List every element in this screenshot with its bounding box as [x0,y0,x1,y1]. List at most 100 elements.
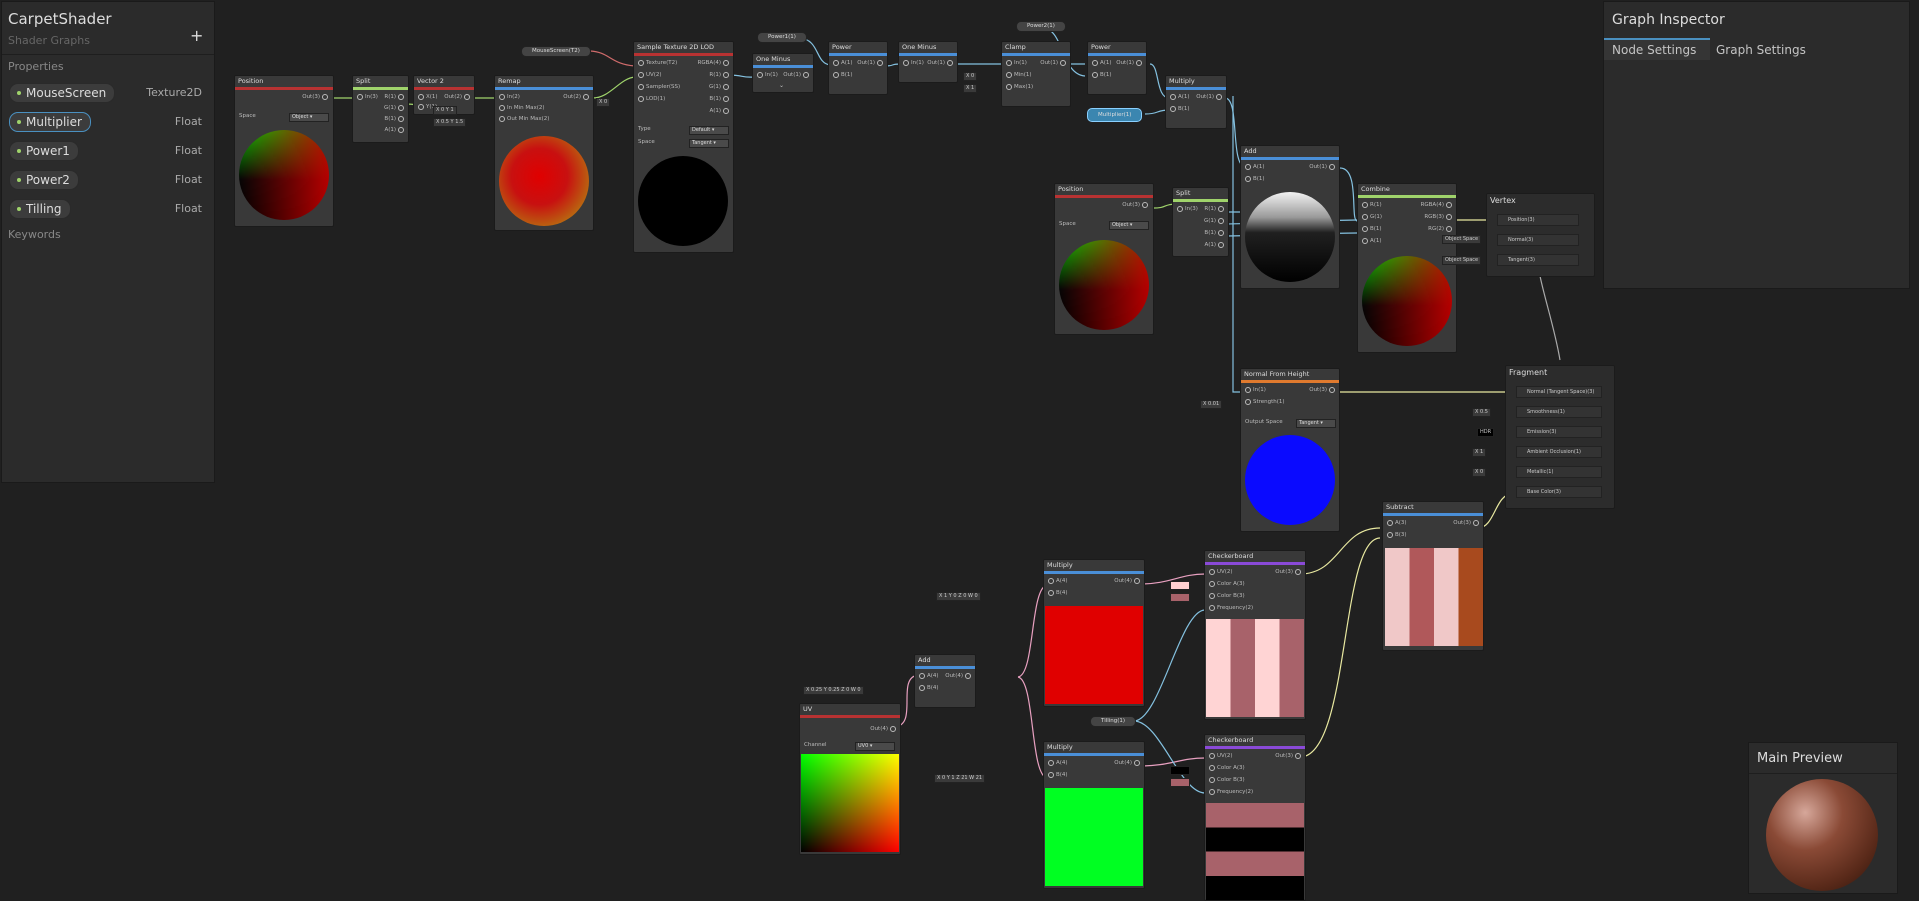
port-in-b[interactable]: B(1) [1168,105,1190,113]
port-in-b[interactable]: B(1) [1090,71,1112,79]
vector2-xy-input[interactable]: X 0 Y 1 [433,106,457,115]
port-in-b[interactable]: B(4) [917,684,939,692]
main-preview-panel[interactable]: Main Preview [1748,742,1898,894]
port-out[interactable]: Out(4) [1114,577,1142,585]
port-in[interactable]: In(1) [1004,59,1027,67]
port-out-rgb[interactable]: RGB(3) [1424,213,1454,221]
smoothness-input[interactable]: X 0.5 [1472,408,1491,417]
port-out-minmax[interactable]: Out Min Max(2) [497,115,549,123]
port-in-uv[interactable]: UV(2) [636,71,662,79]
port-in-color-b[interactable]: Color B(3) [1207,592,1245,600]
metallic-input[interactable]: X 0 [1472,468,1487,477]
port-in[interactable]: In(3) [1175,205,1198,213]
port-in-a[interactable]: A(1) [1168,93,1190,101]
tab-graph-settings[interactable]: Graph Settings [1712,40,1806,60]
property-tilling[interactable]: Tilling [9,199,71,219]
port-in-a[interactable]: A(1) [1243,163,1265,171]
vertex-tangent-slot[interactable]: Tangent(3) [1497,254,1579,266]
checkerboard-node[interactable]: Checkerboard UV(2) Color A(3) Color B(3)… [1204,734,1306,901]
add-property-button[interactable]: + [190,26,203,45]
port-out-a[interactable]: A(1) [1204,241,1226,249]
clamp-node[interactable]: Clamp In(1) Min(1) Max(1) Out(1) [1001,41,1071,107]
port-out-r[interactable]: R(1) [709,71,731,79]
color-a-swatch[interactable] [1170,581,1190,590]
tab-node-settings[interactable]: Node Settings [1604,38,1710,60]
port-in-a[interactable]: A(4) [917,672,939,680]
fragment-context[interactable]: Fragment Normal (Tangent Space)(3) Smoot… [1505,365,1615,509]
power2-property-node[interactable]: Power2(1) [1016,21,1066,32]
port-out[interactable]: Out(1) [783,71,811,79]
add-b-input[interactable]: X 0.25 Y 0.25 Z 0 W 0 [803,686,864,695]
space-dropdown[interactable]: Object ▾ [1109,221,1149,230]
port-in-a[interactable]: A(3) [1385,519,1407,527]
color-b-swatch[interactable] [1170,778,1190,787]
property-power2[interactable]: Power2 [9,170,79,190]
multiplier-property-node[interactable]: Multiplier(1) [1087,108,1143,122]
port-in-b[interactable]: B(4) [1046,589,1068,597]
normal-from-height-node[interactable]: Normal From Height In(1) Strength(1) Out… [1240,368,1340,532]
fragment-basecolor-slot[interactable]: Base Color(3) [1516,486,1602,498]
vertex-tangent-space[interactable]: Object Space [1442,256,1482,265]
port-out-r[interactable]: R(1) [1204,205,1226,213]
port-in[interactable]: In(2) [497,93,520,101]
port-out-rgba[interactable]: RGBA(4) [1421,201,1454,209]
port-in-a[interactable]: A(4) [1046,759,1068,767]
multiply-node[interactable]: Multiply A(4) B(4) Out(4) [1043,559,1145,707]
power1-property-node[interactable]: Power1(1) [757,32,807,43]
vector2-xy-input-2[interactable]: X 0.5 Y 1.5 [433,118,467,127]
space-dropdown[interactable]: Tangent ▾ [689,139,729,148]
port-out[interactable]: Out(2) [563,93,591,101]
port-out-a[interactable]: A(1) [384,126,406,134]
port-in-uv[interactable]: UV(2) [1207,752,1233,760]
port-out[interactable]: Out(1) [857,59,885,67]
port-in-uv[interactable]: UV(2) [1207,568,1233,576]
port-in-b[interactable]: B(1) [1243,175,1265,183]
split-node[interactable]: Split In(3) R(1) G(1) B(1) A(1) [352,75,409,143]
remap-extra-input[interactable]: X 0 [596,98,611,107]
power-node[interactable]: Power A(1) B(1) Out(1) [1087,41,1147,95]
property-power1[interactable]: Power1 [9,141,79,161]
port-in-a[interactable]: A(1) [1360,237,1382,245]
port-out[interactable]: Out(1) [1309,163,1337,171]
power-node[interactable]: Power A(1) B(1) Out(1) [828,41,888,95]
port-in-x[interactable]: X(1) [416,93,438,101]
position-node[interactable]: Position Out(3) Space Object ▾ [234,75,334,227]
port-in[interactable]: In(1) [755,71,778,79]
combine-node[interactable]: Combine R(1) G(1) B(1) A(1) RGBA(4) RGB(… [1357,183,1457,353]
port-in-b[interactable]: B(1) [831,71,853,79]
port-in-texture[interactable]: Texture(T2) [636,59,677,67]
property-mousescreen[interactable]: MouseScreen [9,83,116,103]
ao-input[interactable]: X 1 [1472,448,1487,457]
one-minus-node[interactable]: One Minus In(1) Out(1) [898,41,958,83]
vertex-position-slot[interactable]: Position(3) [1497,214,1579,226]
port-in[interactable]: In(1) [901,59,924,67]
split-node[interactable]: Split In(3) R(1) G(1) B(1) A(1) [1172,187,1229,257]
fragment-smoothness-slot[interactable]: Smoothness(1) [1516,406,1602,418]
chevron-down-icon[interactable]: ⌄ [779,82,784,89]
port-out[interactable]: Out(3) [1309,386,1337,394]
space-dropdown[interactable]: Object ▾ [289,113,329,122]
port-in-strength[interactable]: Strength(1) [1243,398,1285,406]
clamp-min-input[interactable]: X 0 [963,72,978,81]
port-out[interactable]: Out(1) [1040,59,1068,67]
remap-node[interactable]: Remap In(2) In Min Max(2) Out Min Max(2)… [494,75,594,231]
fragment-normal-slot[interactable]: Normal (Tangent Space)(3) [1516,386,1602,398]
port-out[interactable]: Out(3) [1453,519,1481,527]
port-in-color-a[interactable]: Color A(3) [1207,764,1245,772]
port-in-color-a[interactable]: Color A(3) [1207,580,1245,588]
port-out[interactable]: Out(1) [1116,59,1144,67]
port-out[interactable]: Out(3) [1275,752,1303,760]
fragment-metallic-slot[interactable]: Metallic(1) [1516,466,1602,478]
port-out[interactable]: Out(3) [302,93,330,101]
port-in-max[interactable]: Max(1) [1004,83,1033,91]
vertex-context[interactable]: Vertex Position(3) Normal(3) Tangent(3) [1486,193,1595,277]
clamp-max-input[interactable]: X 1 [963,84,978,93]
multiply-node[interactable]: Multiply A(4) B(4) Out(4) [1043,741,1145,889]
port-in-color-b[interactable]: Color B(3) [1207,776,1245,784]
type-dropdown[interactable]: Default ▾ [689,126,729,135]
mousescreen-property-node[interactable]: MouseScreen(T2) [521,46,591,57]
port-in-frequency[interactable]: Frequency(2) [1207,604,1253,612]
port-out-b[interactable]: B(1) [384,115,406,123]
preview-sphere[interactable] [1766,779,1878,891]
port-out[interactable]: Out(3) [1122,201,1150,209]
